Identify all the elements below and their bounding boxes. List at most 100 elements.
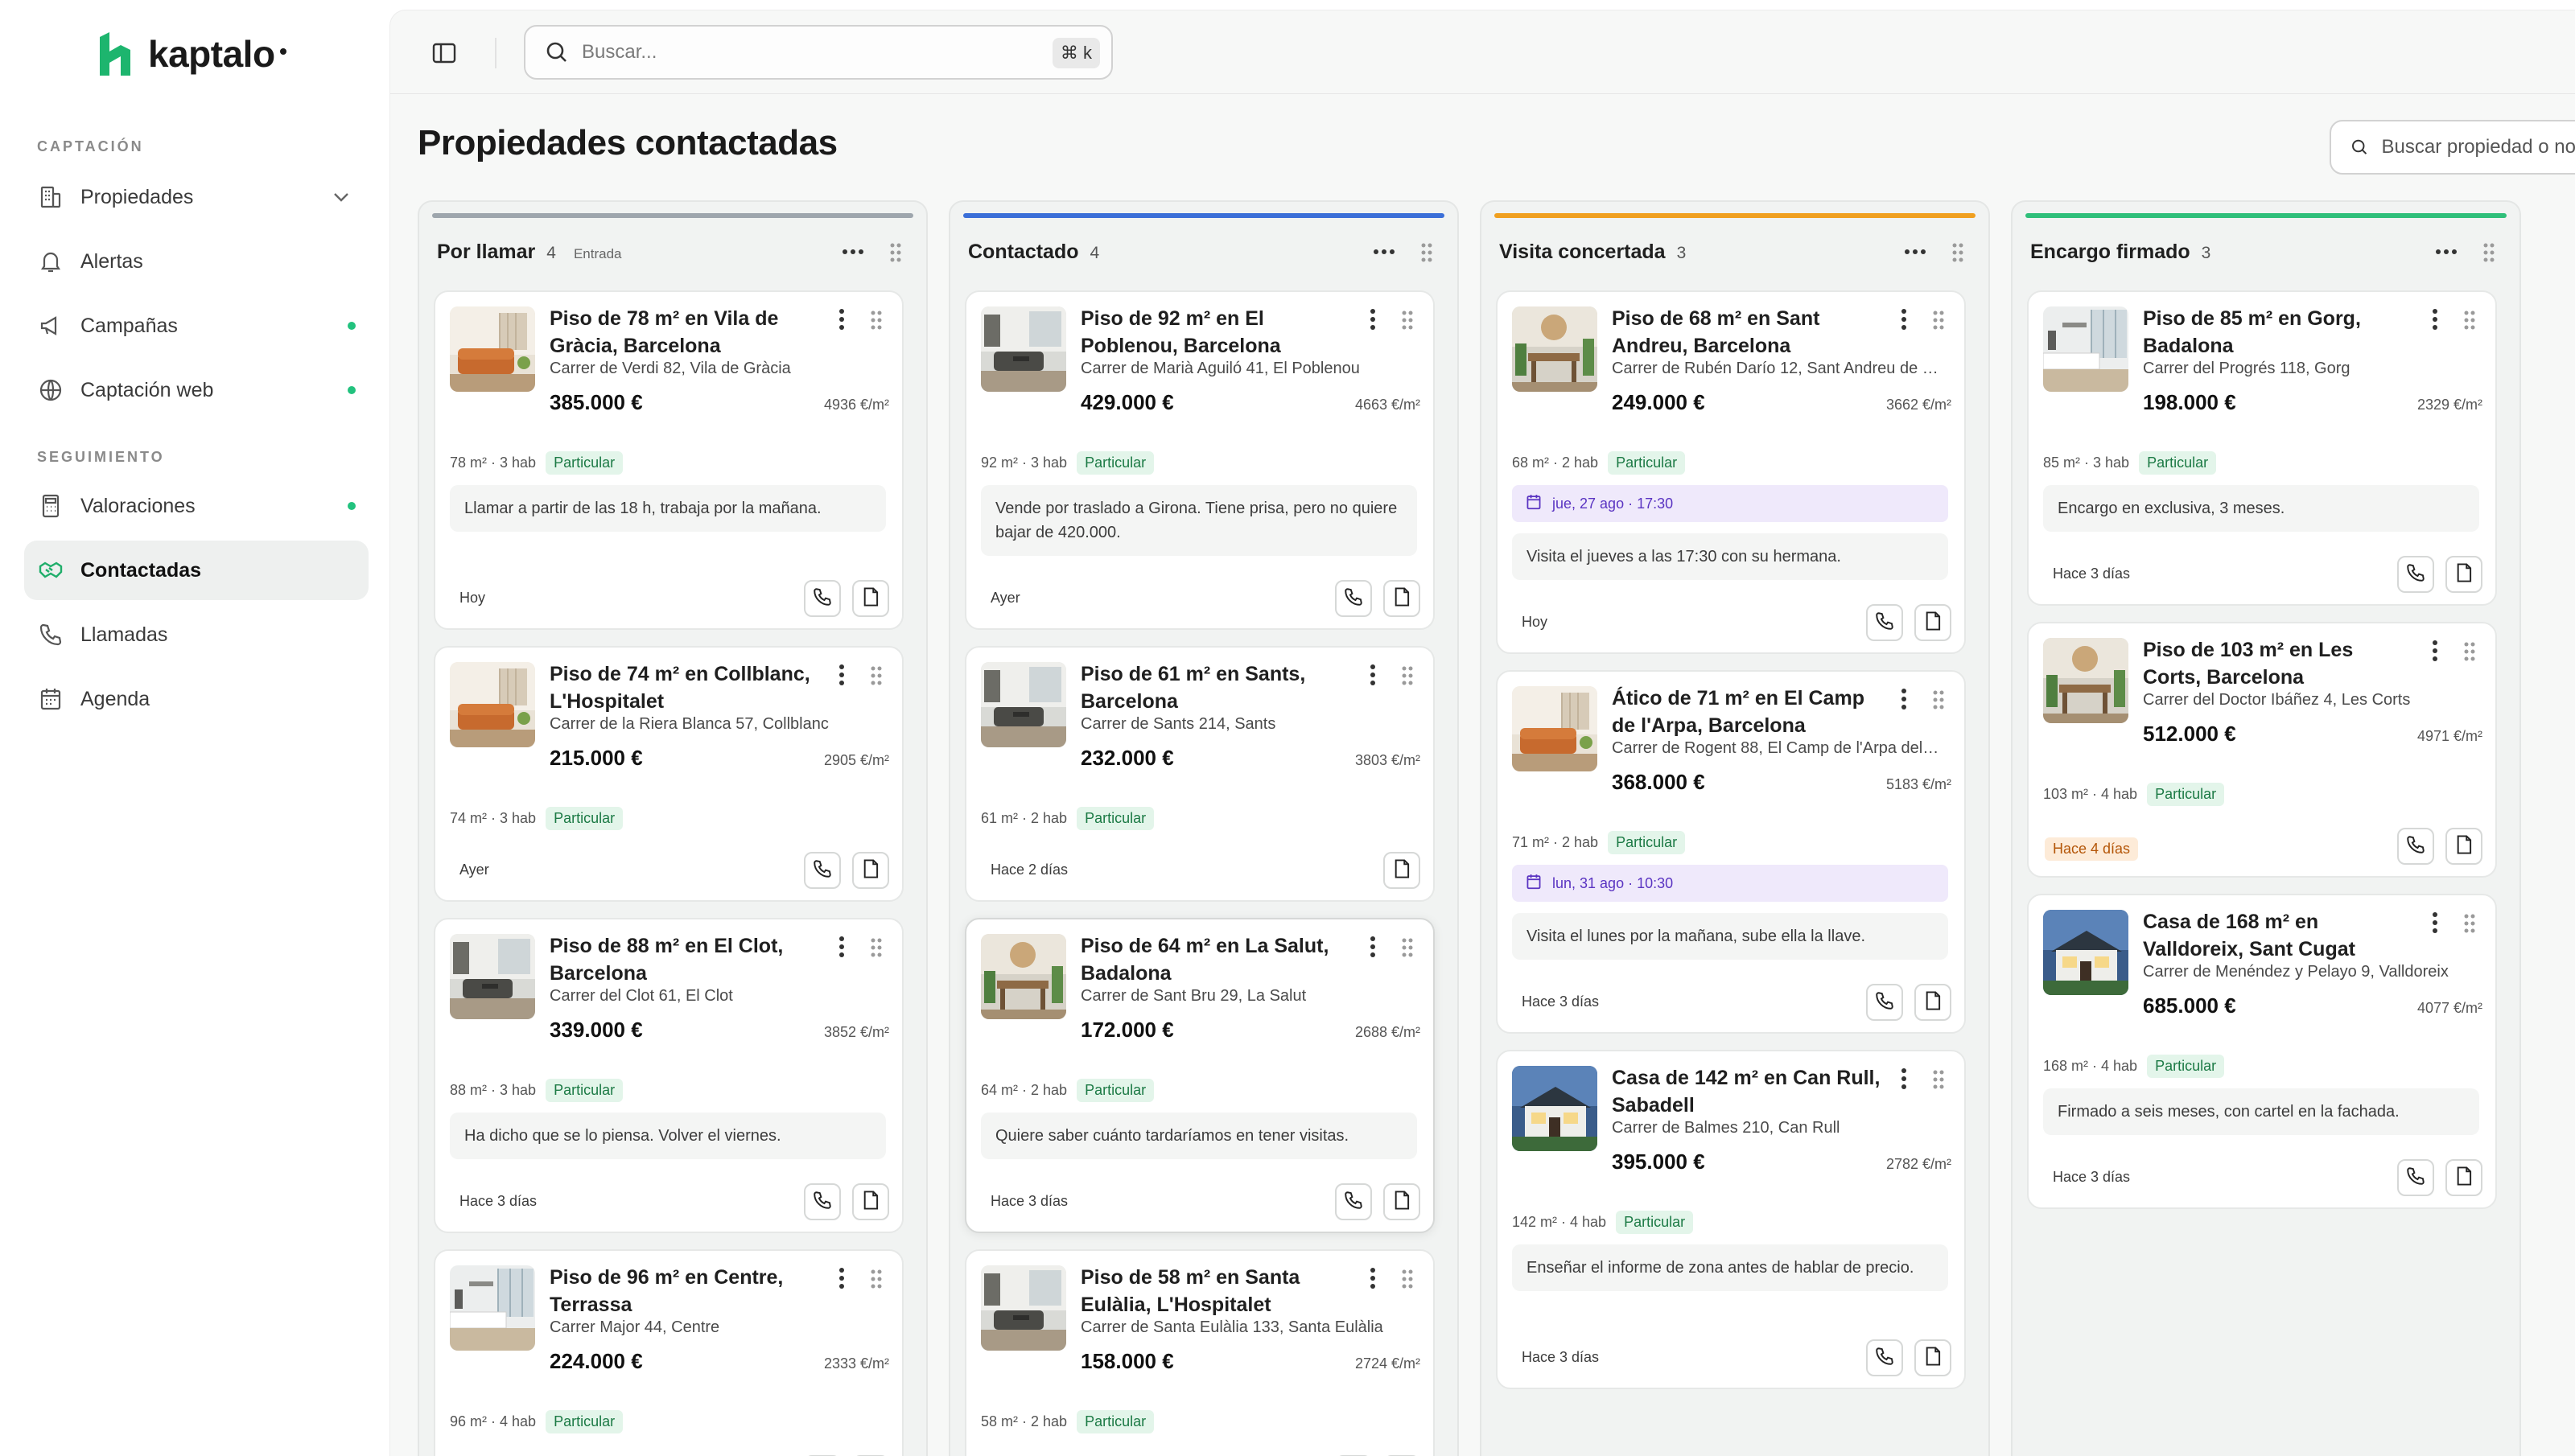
sidebar-item-propiedades[interactable]: Propiedades — [24, 167, 369, 227]
appointment-badge[interactable]: jue, 27 ago · 17:30 — [1512, 485, 1948, 522]
property-card[interactable]: Piso de 74 m² en Collblanc, L'Hospitalet… — [434, 646, 904, 902]
call-button[interactable] — [1335, 580, 1372, 617]
drag-handle-icon[interactable] — [1420, 242, 1433, 263]
property-title[interactable]: Ático de 71 m² en El Camp de l'Arpa, Bar… — [1612, 685, 1885, 739]
more-options-icon[interactable] — [2434, 244, 2458, 260]
property-thumbnail[interactable] — [1512, 306, 1597, 392]
property-search-input[interactable]: Buscar propiedad o notas — [2330, 120, 2575, 175]
property-thumbnail[interactable] — [981, 934, 1066, 1019]
property-thumbnail[interactable] — [981, 306, 1066, 392]
call-button[interactable] — [804, 1183, 841, 1220]
property-title[interactable]: Piso de 68 m² en Sant Andreu, Barcelona — [1612, 305, 1885, 360]
document-button[interactable] — [1914, 604, 1951, 641]
more-options-icon[interactable] — [1903, 244, 1927, 260]
card-menu-icon[interactable] — [1900, 308, 1908, 331]
document-button[interactable] — [2445, 1159, 2482, 1196]
property-thumbnail[interactable] — [2043, 306, 2128, 392]
more-options-icon[interactable] — [1372, 244, 1396, 260]
brand-logo[interactable]: kaptalo — [97, 31, 286, 77]
property-card[interactable]: Casa de 168 m² en Valldoreix, Sant Cugat… — [2027, 894, 2497, 1209]
sidebar-item-contactadas[interactable]: Contactadas — [24, 541, 369, 600]
document-button[interactable] — [852, 580, 889, 617]
drag-handle-icon[interactable] — [1401, 310, 1414, 331]
property-card[interactable]: Piso de 61 m² en Sants, Barcelona Carrer … — [965, 646, 1435, 902]
call-button[interactable] — [1866, 1339, 1903, 1376]
document-button[interactable] — [1914, 1339, 1951, 1376]
call-button[interactable] — [1335, 1183, 1372, 1220]
document-button[interactable] — [852, 1183, 889, 1220]
drag-handle-icon[interactable] — [2463, 310, 2476, 331]
property-card[interactable]: Piso de 96 m² en Centre, Terrassa Carrer … — [434, 1249, 904, 1456]
card-menu-icon[interactable] — [1369, 308, 1377, 331]
property-thumbnail[interactable] — [450, 934, 535, 1019]
property-card[interactable]: Piso de 103 m² en Les Corts, Barcelona Ca… — [2027, 622, 2497, 878]
property-title[interactable]: Piso de 85 m² en Gorg, Badalona — [2143, 305, 2416, 360]
drag-handle-icon[interactable] — [1401, 1269, 1414, 1289]
drag-handle-icon[interactable] — [870, 310, 883, 331]
sidebar-item-alertas[interactable]: Alertas — [24, 232, 369, 291]
card-menu-icon[interactable] — [1900, 688, 1908, 710]
call-button[interactable] — [1866, 984, 1903, 1021]
more-options-icon[interactable] — [841, 244, 865, 260]
card-menu-icon[interactable] — [838, 936, 846, 958]
call-button[interactable] — [2397, 828, 2434, 865]
property-card[interactable]: Piso de 92 m² en El Poblenou, Barcelona C… — [965, 290, 1435, 630]
drag-handle-icon[interactable] — [870, 665, 883, 686]
sidebar-item-valoraciones[interactable]: Valoraciones — [24, 476, 369, 536]
card-menu-icon[interactable] — [2431, 308, 2439, 331]
call-button[interactable] — [804, 580, 841, 617]
sidebar-toggle-icon[interactable] — [431, 39, 458, 67]
property-card[interactable]: Casa de 142 m² en Can Rull, Sabadell Carr… — [1496, 1050, 1966, 1389]
drag-handle-icon[interactable] — [1932, 689, 1945, 710]
property-title[interactable]: Casa de 142 m² en Can Rull, Sabadell — [1612, 1064, 1885, 1119]
property-card[interactable]: Piso de 78 m² en Vila de Gràcia, Barcelo… — [434, 290, 904, 630]
property-thumbnail[interactable] — [450, 662, 535, 747]
drag-handle-icon[interactable] — [870, 937, 883, 958]
card-menu-icon[interactable] — [838, 308, 846, 331]
document-button[interactable] — [1383, 580, 1420, 617]
call-button[interactable] — [804, 852, 841, 889]
card-menu-icon[interactable] — [1900, 1067, 1908, 1090]
appointment-badge[interactable]: lun, 31 ago · 10:30 — [1512, 865, 1948, 902]
card-menu-icon[interactable] — [1369, 664, 1377, 686]
property-title[interactable]: Piso de 78 m² en Vila de Gràcia, Barcelo… — [550, 305, 823, 360]
property-thumbnail[interactable] — [981, 1265, 1066, 1351]
property-thumbnail[interactable] — [2043, 910, 2128, 995]
sidebar-item-captacion-web[interactable]: Captación web — [24, 360, 369, 420]
document-button[interactable] — [852, 852, 889, 889]
property-card[interactable]: Piso de 58 m² en Santa Eulàlia, L'Hospit… — [965, 1249, 1435, 1456]
document-button[interactable] — [1383, 852, 1420, 889]
card-menu-icon[interactable] — [838, 664, 846, 686]
property-thumbnail[interactable] — [450, 1265, 535, 1351]
drag-handle-icon[interactable] — [1401, 937, 1414, 958]
property-title[interactable]: Piso de 88 m² en El Clot, Barcelona — [550, 932, 823, 987]
property-title[interactable]: Piso de 64 m² en La Salut, Badalona — [1081, 932, 1354, 987]
drag-handle-icon[interactable] — [1932, 1069, 1945, 1090]
property-card[interactable]: Piso de 64 m² en La Salut, Badalona Carre… — [965, 918, 1435, 1233]
property-title[interactable]: Piso de 92 m² en El Poblenou, Barcelona — [1081, 305, 1354, 360]
property-thumbnail[interactable] — [450, 306, 535, 392]
property-title[interactable]: Piso de 61 m² en Sants, Barcelona — [1081, 660, 1354, 715]
card-menu-icon[interactable] — [2431, 911, 2439, 934]
property-card[interactable]: Ático de 71 m² en El Camp de l'Arpa, Bar… — [1496, 670, 1966, 1034]
property-card[interactable]: Piso de 88 m² en El Clot, Barcelona Carre… — [434, 918, 904, 1233]
card-menu-icon[interactable] — [1369, 936, 1377, 958]
property-card[interactable]: Piso de 85 m² en Gorg, Badalona Carrer de… — [2027, 290, 2497, 606]
card-menu-icon[interactable] — [838, 1267, 846, 1289]
call-button[interactable] — [2397, 1159, 2434, 1196]
property-thumbnail[interactable] — [1512, 1066, 1597, 1151]
drag-handle-icon[interactable] — [870, 1269, 883, 1289]
document-button[interactable] — [2445, 828, 2482, 865]
property-title[interactable]: Piso de 103 m² en Les Corts, Barcelona — [2143, 636, 2416, 691]
drag-handle-icon[interactable] — [1401, 665, 1414, 686]
drag-handle-icon[interactable] — [1932, 310, 1945, 331]
card-menu-icon[interactable] — [2431, 640, 2439, 662]
drag-handle-icon[interactable] — [1951, 242, 1964, 263]
document-button[interactable] — [1383, 1183, 1420, 1220]
property-thumbnail[interactable] — [2043, 638, 2128, 723]
property-title[interactable]: Casa de 168 m² en Valldoreix, Sant Cugat — [2143, 908, 2416, 963]
property-title[interactable]: Piso de 74 m² en Collblanc, L'Hospitalet — [550, 660, 823, 715]
document-button[interactable] — [2445, 556, 2482, 593]
drag-handle-icon[interactable] — [2463, 913, 2476, 934]
sidebar-item-llamadas[interactable]: Llamadas — [24, 605, 369, 664]
